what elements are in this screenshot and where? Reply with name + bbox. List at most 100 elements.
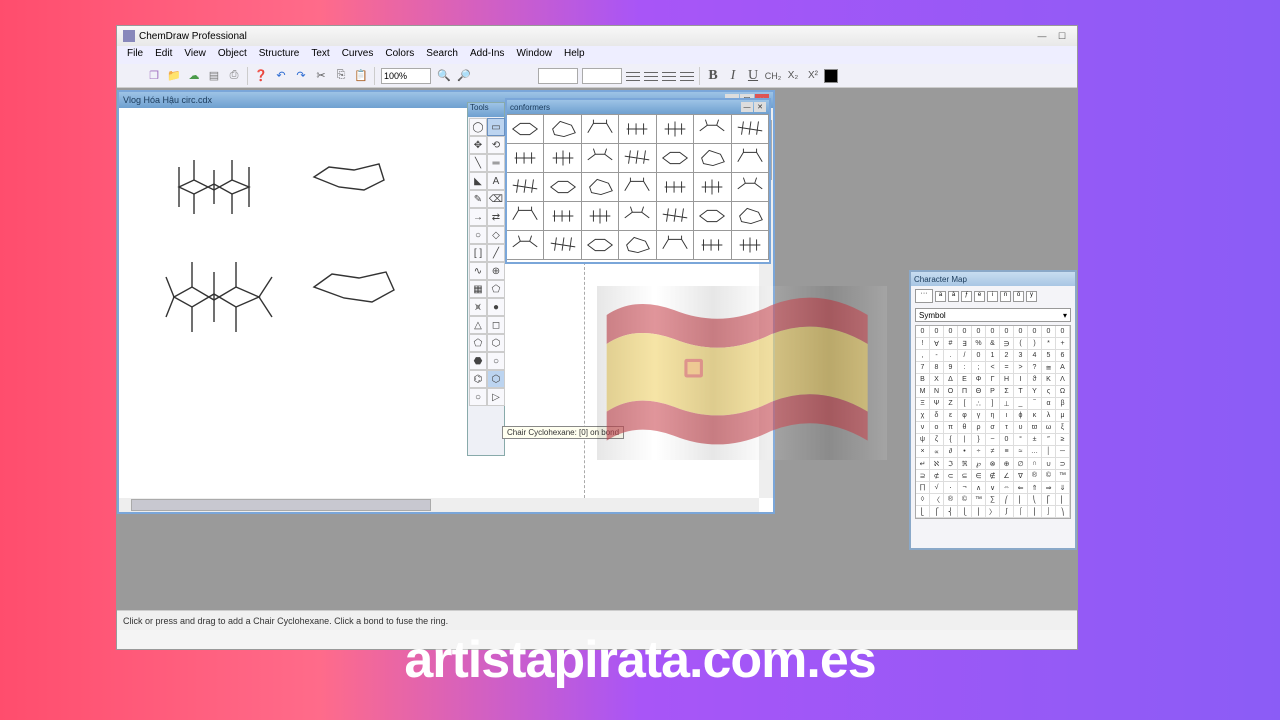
- conformer-template[interactable]: [619, 115, 656, 144]
- char-cell[interactable]: Β: [916, 374, 930, 386]
- char-cell[interactable]: ∏: [916, 482, 930, 494]
- char-cell[interactable]: #: [944, 338, 958, 350]
- char-cell[interactable]: Σ: [1000, 386, 1014, 398]
- conformer-template[interactable]: [544, 144, 581, 173]
- char-cell[interactable]: ,: [916, 350, 930, 362]
- conformer-template[interactable]: [507, 173, 544, 202]
- char-cell[interactable]: ″: [1042, 434, 1056, 446]
- char-cell[interactable]: Ζ: [944, 398, 958, 410]
- char-cell[interactable]: ∝: [930, 446, 944, 458]
- char-cell[interactable]: ;: [972, 362, 986, 374]
- conformer-template[interactable]: [582, 231, 619, 260]
- char-cell[interactable]: ϕ: [1014, 410, 1028, 422]
- char-cell[interactable]: >: [1014, 362, 1028, 374]
- char-cell[interactable]: χ: [916, 410, 930, 422]
- char-cell[interactable]: ϖ: [1028, 422, 1042, 434]
- char-cell[interactable]: ©: [958, 494, 972, 506]
- char-cell[interactable]: ∇: [1014, 470, 1028, 482]
- char-cell[interactable]: ⊗: [986, 458, 1000, 470]
- char-cell[interactable]: 0: [1000, 326, 1014, 338]
- char-cell[interactable]: ⊕: [1000, 458, 1014, 470]
- conformer-template[interactable]: [694, 144, 731, 173]
- char-cell[interactable]: .: [944, 350, 958, 362]
- char-cell[interactable]: 2: [1000, 350, 1014, 362]
- char-cell[interactable]: ο: [930, 422, 944, 434]
- char-cell[interactable]: 〉: [986, 506, 1000, 518]
- char-cell[interactable]: ×: [916, 446, 930, 458]
- char-cell[interactable]: ⎜: [1014, 494, 1028, 506]
- tool-rotate[interactable]: ⟲: [487, 136, 505, 154]
- menu-view[interactable]: View: [178, 46, 212, 64]
- char-cell[interactable]: Φ: [972, 374, 986, 386]
- color-swatch[interactable]: [824, 69, 838, 83]
- char-cell[interactable]: Π: [958, 386, 972, 398]
- char-cell[interactable]: …: [1028, 446, 1042, 458]
- char-cell[interactable]: ±: [1028, 434, 1042, 446]
- char-cell[interactable]: ⎩: [958, 506, 972, 518]
- char-cell[interactable]: ε: [944, 410, 958, 422]
- conformer-template[interactable]: [544, 202, 581, 231]
- char-cell[interactable]: ⎪: [972, 506, 986, 518]
- char-cell[interactable]: ⇒: [1042, 482, 1056, 494]
- char-cell[interactable]: ∈: [972, 470, 986, 482]
- char-cell[interactable]: ℜ: [958, 458, 972, 470]
- char-cell[interactable]: ∪: [1042, 458, 1056, 470]
- char-cell[interactable]: ρ: [972, 422, 986, 434]
- conformer-template[interactable]: [582, 202, 619, 231]
- conformer-template[interactable]: [619, 202, 656, 231]
- char-cell[interactable]: ∋: [1000, 338, 1014, 350]
- char-cell[interactable]: ∩: [1028, 458, 1042, 470]
- conformer-template[interactable]: [544, 231, 581, 260]
- char-cell[interactable]: ∠: [1000, 470, 1014, 482]
- tool-ring3[interactable]: △: [469, 316, 487, 334]
- menu-colors[interactable]: Colors: [379, 46, 420, 64]
- conformer-template[interactable]: [732, 202, 769, 231]
- tool-plus[interactable]: ⊕: [487, 262, 505, 280]
- char-cell[interactable]: Ω: [1056, 386, 1070, 398]
- tool-atom[interactable]: ●: [487, 298, 505, 316]
- char-cell[interactable]: |: [958, 434, 972, 446]
- open-icon[interactable]: 📁: [165, 67, 183, 85]
- char-cell[interactable]: ]: [986, 398, 1000, 410]
- char-cell[interactable]: φ: [958, 410, 972, 422]
- tool-line[interactable]: ╱: [487, 244, 505, 262]
- char-cell[interactable]: 6: [1056, 350, 1070, 362]
- conformer-template[interactable]: [619, 231, 656, 260]
- char-cell[interactable]: -: [930, 350, 944, 362]
- tool-bond2[interactable]: ═: [487, 154, 505, 172]
- menu-curves[interactable]: Curves: [336, 46, 380, 64]
- char-cell[interactable]: υ: [1014, 422, 1028, 434]
- char-cell[interactable]: ⎛: [1000, 494, 1014, 506]
- char-cell[interactable]: ⎝: [1028, 494, 1042, 506]
- char-cell[interactable]: Ψ: [930, 398, 944, 410]
- charmap-tab[interactable]: ƒ: [961, 291, 972, 302]
- char-cell[interactable]: ⊂: [944, 470, 958, 482]
- tool-benzene[interactable]: ⌬: [469, 370, 487, 388]
- char-cell[interactable]: ⊇: [916, 470, 930, 482]
- char-cell[interactable]: ™: [1056, 470, 1070, 482]
- char-cell[interactable]: 0: [958, 326, 972, 338]
- tool-orbital[interactable]: ○: [469, 226, 487, 244]
- conformer-template[interactable]: [657, 202, 694, 231]
- char-cell[interactable]: !: [916, 338, 930, 350]
- char-cell[interactable]: =: [1000, 362, 1014, 374]
- horizontal-scrollbar[interactable]: [119, 498, 759, 512]
- conformer-template[interactable]: [544, 115, 581, 144]
- char-cell[interactable]: ¬: [958, 482, 972, 494]
- char-cell[interactable]: τ: [1000, 422, 1014, 434]
- charmap-tab[interactable]: y: [1026, 291, 1037, 302]
- underline-button[interactable]: U: [744, 67, 762, 85]
- tool-lasso[interactable]: ◯: [469, 118, 487, 136]
- superscript-icon[interactable]: X²: [804, 67, 822, 85]
- tool-pen[interactable]: ✎: [469, 190, 487, 208]
- char-cell[interactable]: ⎨: [944, 506, 958, 518]
- char-cell[interactable]: ∧: [972, 482, 986, 494]
- tool-curve[interactable]: ∿: [469, 262, 487, 280]
- char-cell[interactable]: Ρ: [986, 386, 1000, 398]
- char-cell[interactable]: δ: [930, 410, 944, 422]
- char-cell[interactable]: 8: [930, 362, 944, 374]
- char-cell[interactable]: ÷: [972, 446, 986, 458]
- char-cell[interactable]: Ε: [958, 374, 972, 386]
- char-cell[interactable]: ◊: [916, 494, 930, 506]
- conformer-template[interactable]: [732, 115, 769, 144]
